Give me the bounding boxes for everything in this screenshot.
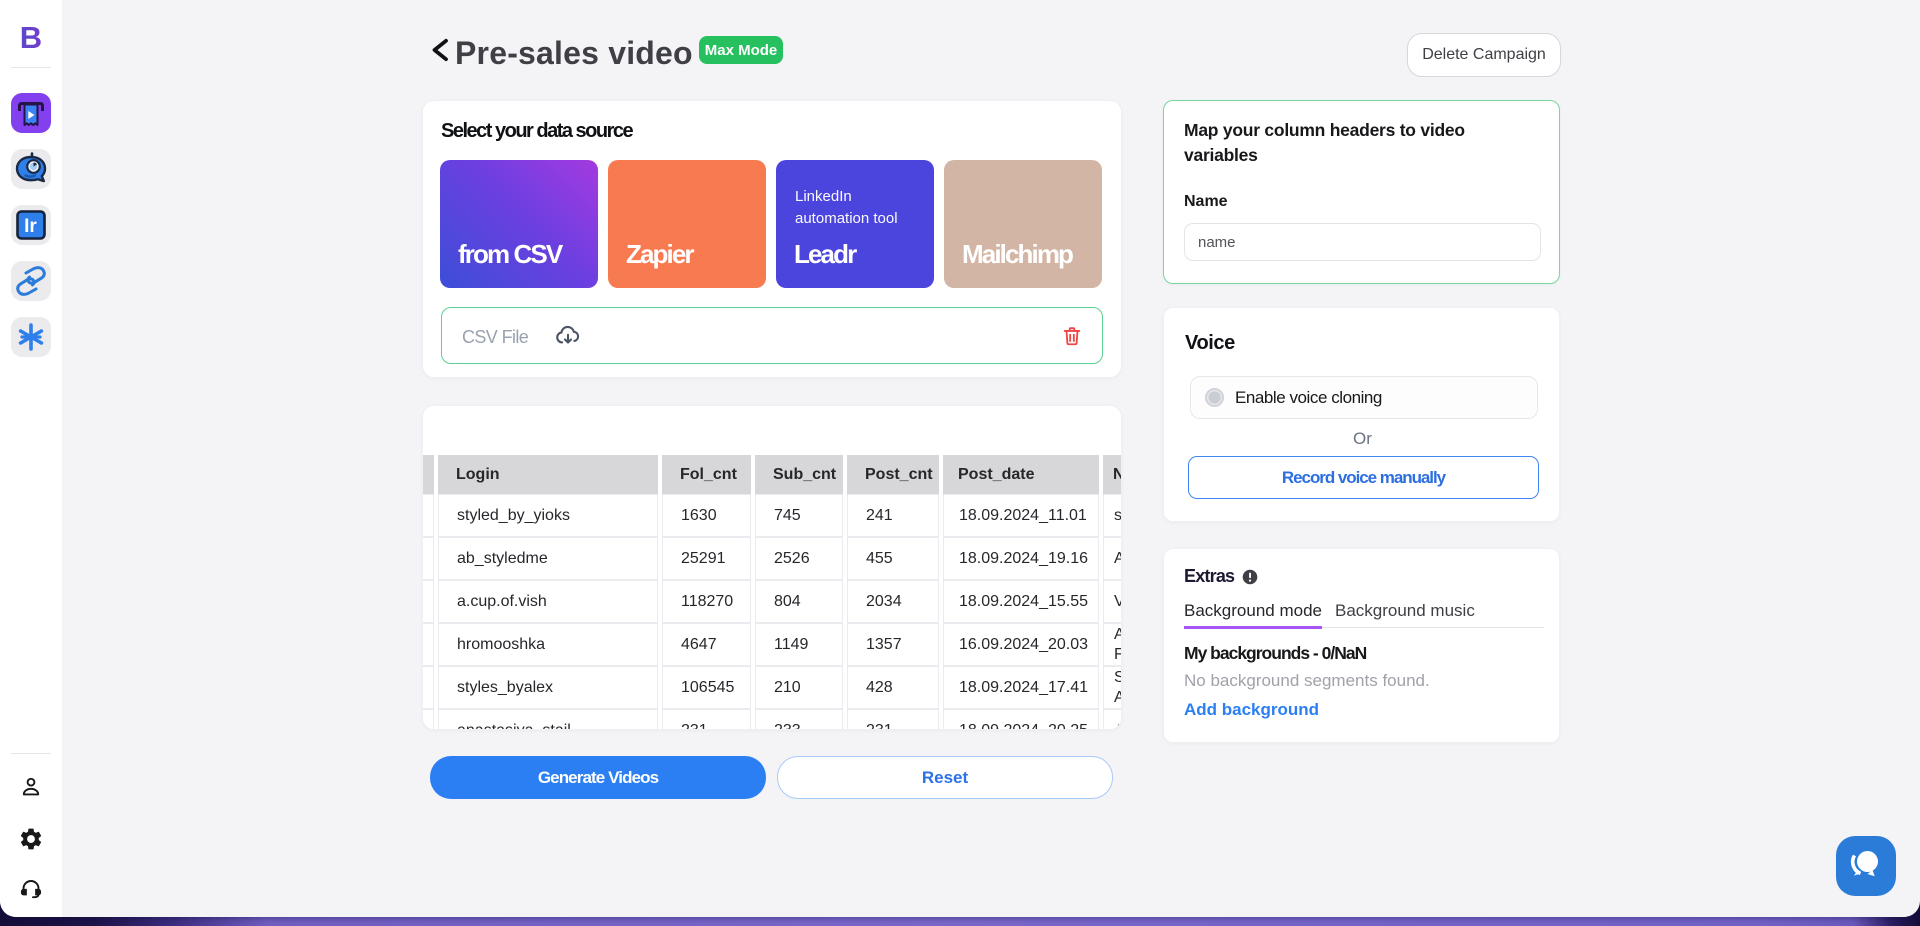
svg-text:Ir: Ir [24, 216, 37, 237]
